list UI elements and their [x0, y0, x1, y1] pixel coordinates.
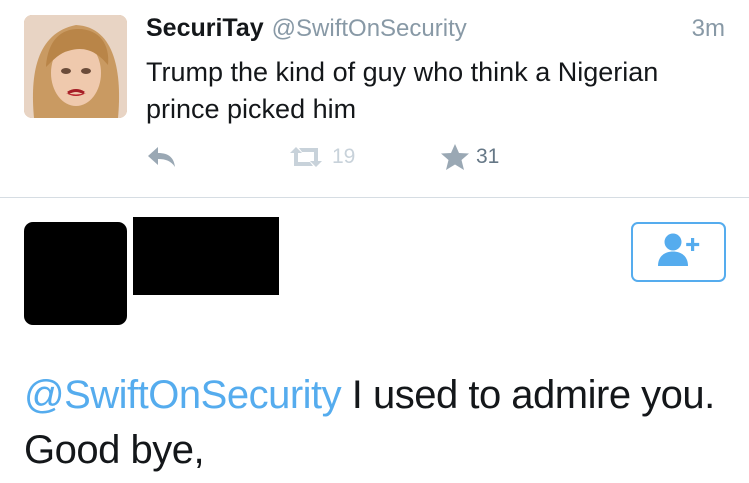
star-icon: [440, 143, 470, 171]
redacted-username: [133, 217, 279, 295]
tweet-header: SecuriTay @SwiftOnSecurity: [146, 14, 726, 46]
redacted-avatar[interactable]: [24, 222, 127, 325]
tweet-text: Trump the kind of guy who think a Nigeri…: [146, 57, 659, 124]
user-avatar[interactable]: [24, 15, 127, 118]
retweet-icon: [286, 144, 326, 170]
follow-button[interactable]: [631, 222, 726, 282]
favorite-count: 31: [476, 145, 500, 168]
reply-button[interactable]: [146, 140, 178, 174]
add-user-icon: [656, 232, 702, 273]
reply-text: @SwiftOnSecurity I used to admire you. G…: [24, 368, 734, 478]
reply-icon: [146, 144, 178, 170]
display-name[interactable]: SecuriTay: [146, 14, 264, 42]
tweet-actions: 19 31: [146, 140, 546, 174]
favorite-button[interactable]: 31: [440, 140, 499, 174]
tweet-card[interactable]: SecuriTay @SwiftOnSecurity 3m Trump the k…: [0, 0, 749, 198]
user-handle[interactable]: @SwiftOnSecurity: [272, 15, 467, 42]
retweet-button[interactable]: 19: [286, 140, 355, 174]
mention-link[interactable]: @SwiftOnSecurity: [24, 373, 342, 417]
tweet-timestamp[interactable]: 3m: [692, 15, 725, 43]
retweet-count: 19: [332, 145, 356, 168]
reply-card[interactable]: @SwiftOnSecurity I used to admire you. G…: [0, 198, 749, 483]
